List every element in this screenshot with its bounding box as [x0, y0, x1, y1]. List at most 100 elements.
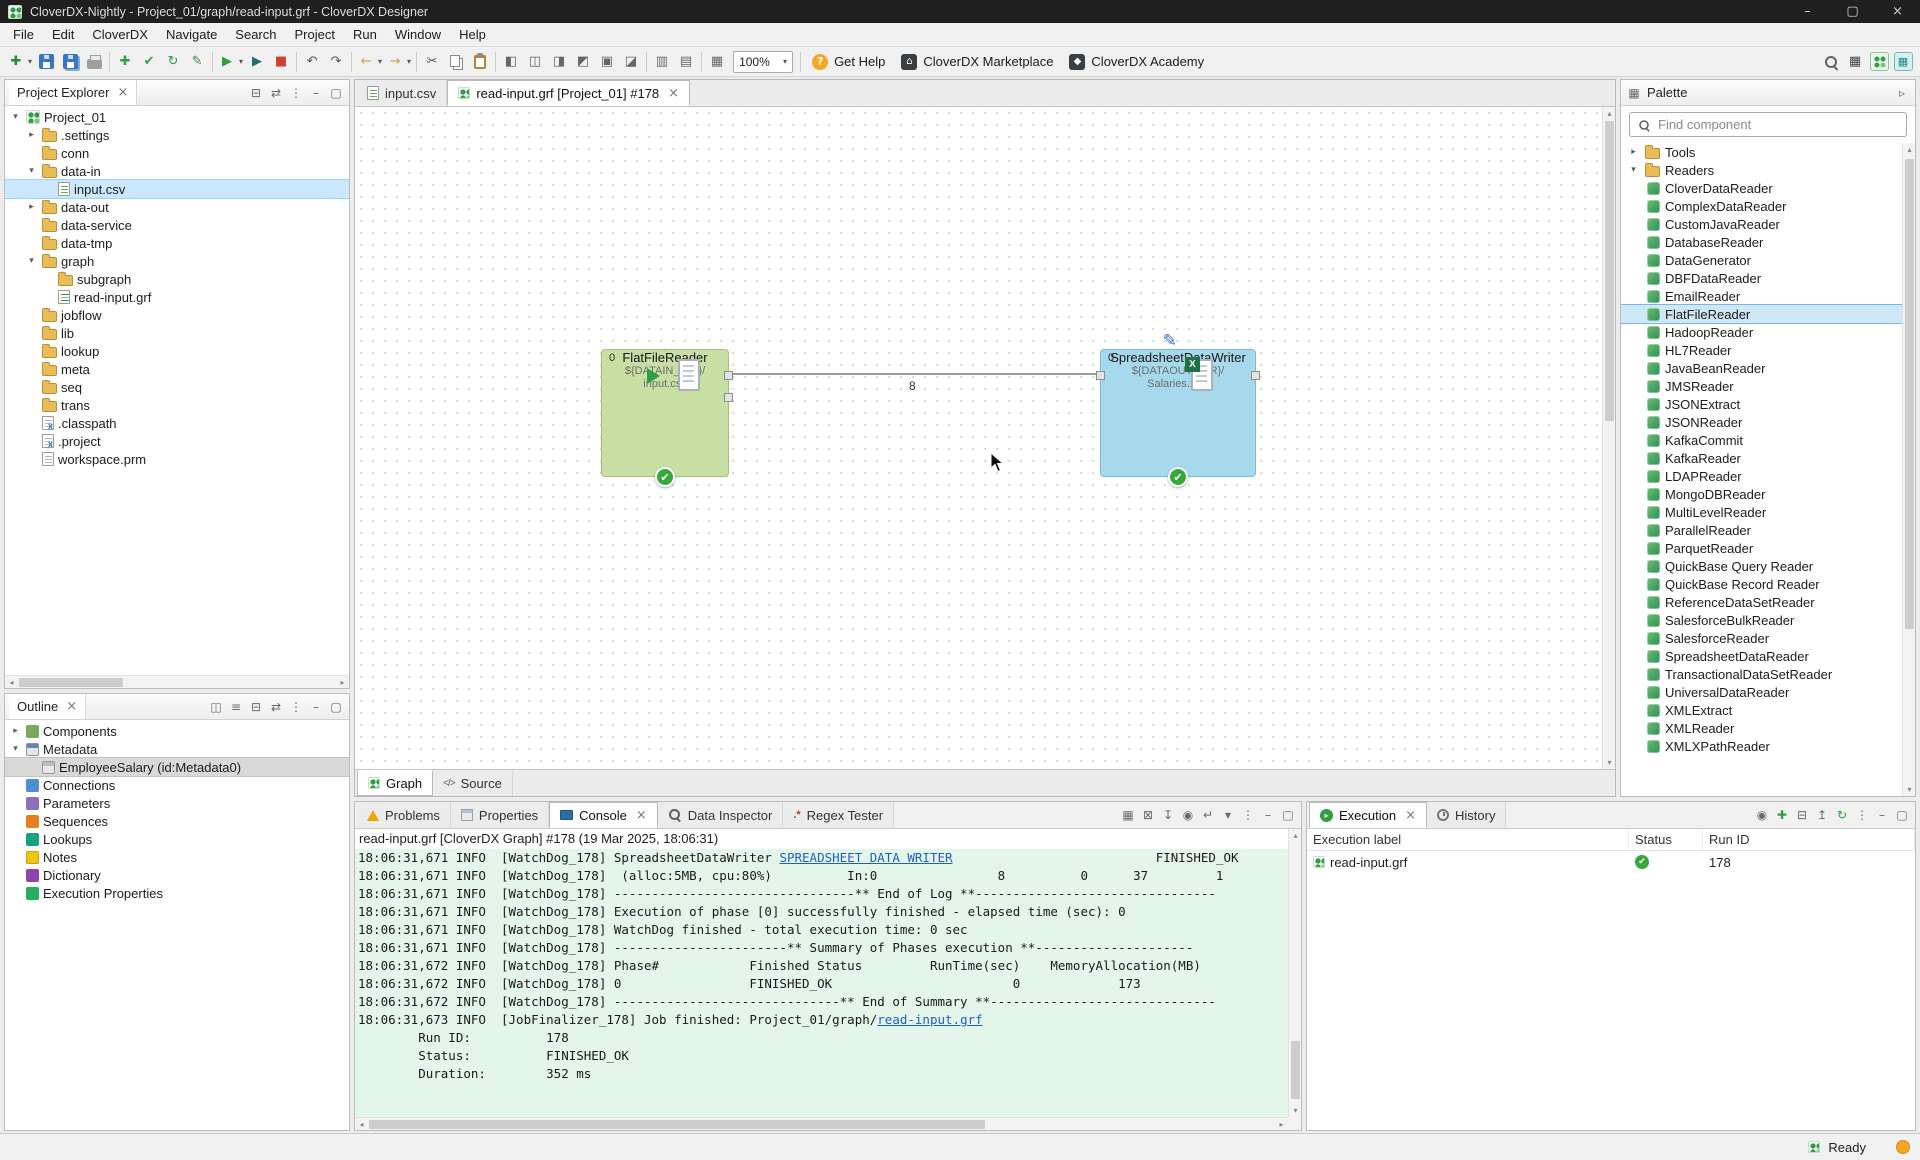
notification-icon[interactable]	[1896, 1140, 1910, 1154]
explorer-item-workspace-prm[interactable]: workspace.prm	[5, 450, 349, 468]
palette-item-xmlreader[interactable]: XMLReader	[1621, 719, 1902, 737]
explorer-item-subgraph[interactable]: subgraph	[5, 270, 349, 288]
explorer-item-seq[interactable]: seq	[5, 378, 349, 396]
palette-item-flatfilereader[interactable]: FlatFileReader	[1621, 305, 1902, 323]
close-icon[interactable]: ×	[1405, 808, 1416, 823]
palette-item-parallelreader[interactable]: ParallelReader	[1621, 521, 1902, 539]
menu-search[interactable]: Search	[226, 23, 285, 46]
print-button[interactable]	[82, 50, 106, 74]
palette-item-dbfdatareader[interactable]: DBFDataReader	[1621, 269, 1902, 287]
tab-properties[interactable]: Properties	[451, 802, 549, 828]
palette-group-tools[interactable]: ▸Tools	[1621, 143, 1902, 161]
explorer-item-graph[interactable]: ▾graph	[5, 252, 349, 270]
palette-item-jmsreader[interactable]: JMSReader	[1621, 377, 1902, 395]
log-link[interactable]: SPREADSHEET DATA WRITER	[779, 850, 952, 865]
tab-execution[interactable]: ▸Execution×	[1309, 802, 1427, 828]
view-menu-icon[interactable]: ⋮	[1853, 806, 1871, 824]
expander-icon[interactable]: ▾	[1627, 165, 1640, 175]
maximize-icon[interactable]: ▢	[1279, 806, 1297, 824]
secondary-perspective-button[interactable]: ▦	[1891, 50, 1915, 74]
align-left-button[interactable]: ◧	[499, 50, 523, 74]
palette-item-multilevelreader[interactable]: MultiLevelReader	[1621, 503, 1902, 521]
pin-console-icon[interactable]: ◉	[1179, 806, 1197, 824]
scrollbar-thumb[interactable]	[19, 678, 123, 687]
palette-item-quickbase-query-reader[interactable]: QuickBase Query Reader	[1621, 557, 1902, 575]
tab-problems[interactable]: Problems	[357, 802, 451, 828]
search-button[interactable]	[1819, 50, 1843, 74]
word-wrap-icon[interactable]: ↵	[1199, 806, 1217, 824]
view-menu-icon[interactable]: ⋮	[287, 698, 305, 716]
maximize-icon[interactable]: ▢	[1893, 806, 1911, 824]
palette-vscrollbar[interactable]: ▴ ▾	[1902, 143, 1915, 796]
align-center-button[interactable]: ◫	[523, 50, 547, 74]
tab-console[interactable]: Console×	[549, 802, 658, 828]
execution-row[interactable]: read-input.grf✔178	[1307, 851, 1915, 873]
copy-button[interactable]	[444, 50, 468, 74]
explorer-item-meta[interactable]: meta	[5, 360, 349, 378]
menu-project[interactable]: Project	[286, 23, 344, 46]
scroll-down-icon[interactable]: ▾	[1903, 783, 1915, 796]
menu-file[interactable]: File	[4, 23, 43, 46]
palette-item-spreadsheetdatareader[interactable]: SpreadsheetDataReader	[1621, 647, 1902, 665]
edit-graph-button[interactable]: ✎	[185, 50, 209, 74]
scrollbar-thumb[interactable]	[369, 1120, 985, 1129]
academy-button[interactable]: ◆CloverDX Academy	[1061, 50, 1212, 74]
outline-item-parameters[interactable]: Parameters	[5, 794, 349, 812]
output-port[interactable]	[1251, 371, 1260, 380]
outline-item-notes[interactable]: Notes	[5, 848, 349, 866]
console-log[interactable]: 18:06:31,671 INFO [WatchDog_178] Spreads…	[355, 849, 1288, 1117]
input-port[interactable]	[1096, 371, 1105, 380]
expander-icon[interactable]: ▾	[25, 256, 38, 266]
explorer-item-trans[interactable]: trans	[5, 396, 349, 414]
palette-item-kafkacommit[interactable]: KafkaCommit	[1621, 431, 1902, 449]
grid-toggle-button[interactable]: ▦	[705, 50, 729, 74]
palette-item-complexdatareader[interactable]: ComplexDataReader	[1621, 197, 1902, 215]
minimize-icon[interactable]: –	[307, 84, 325, 102]
palette-item-salesforcereader[interactable]: SalesforceReader	[1621, 629, 1902, 647]
menu-navigate[interactable]: Navigate	[157, 23, 226, 46]
cut-button[interactable]: ✂	[420, 50, 444, 74]
zoom-select[interactable]: 100%▾	[733, 51, 793, 73]
save-all-button[interactable]	[58, 50, 82, 74]
outline-item-dictionary[interactable]: Dictionary	[5, 866, 349, 884]
graph-node-spreadsheetdatawriter[interactable]: 0X✎SpreadsheetDataWriter${DATAOUT_DIR}/S…	[1100, 349, 1256, 477]
palette-group-readers[interactable]: ▾Readers	[1621, 161, 1902, 179]
open-perspective-button[interactable]: ▦	[1843, 50, 1867, 74]
explorer-item-conn[interactable]: conn	[5, 144, 349, 162]
minimize-icon[interactable]: –	[1259, 806, 1277, 824]
expander-icon[interactable]: ▾	[9, 112, 22, 122]
palette-item-jsonextract[interactable]: JSONExtract	[1621, 395, 1902, 413]
project-explorer-tab[interactable]: Project Explorer ×	[9, 80, 137, 105]
palette-item-referencedatasetreader[interactable]: ReferenceDataSetReader	[1621, 593, 1902, 611]
redo-button[interactable]: ↷	[324, 50, 348, 74]
palette-item-ldapreader[interactable]: LDAPReader	[1621, 467, 1902, 485]
explorer-item-lookup[interactable]: lookup	[5, 342, 349, 360]
menu-run[interactable]: Run	[344, 23, 386, 46]
expander-icon[interactable]: ▸	[25, 130, 38, 140]
maximize-window-button[interactable]: ▢	[1830, 0, 1875, 23]
minimize-icon[interactable]: –	[1873, 806, 1891, 824]
paste-button[interactable]	[468, 50, 492, 74]
distribute-vertical-button[interactable]: ▤	[674, 50, 698, 74]
close-icon[interactable]: ×	[117, 85, 128, 100]
palette-item-javabeanreader[interactable]: JavaBeanReader	[1621, 359, 1902, 377]
output-port[interactable]	[724, 393, 733, 402]
editor-tab-input-csv[interactable]: input.csv	[357, 80, 447, 106]
palette-item-jsonreader[interactable]: JSONReader	[1621, 413, 1902, 431]
stop-button[interactable]: ■	[269, 50, 293, 74]
outline-item-metadata[interactable]: ▾Metadata	[5, 740, 349, 758]
palette-item-customjavareader[interactable]: CustomJavaReader	[1621, 215, 1902, 233]
explorer-item-jobflow[interactable]: jobflow	[5, 306, 349, 324]
align-bottom-button[interactable]: ◪	[619, 50, 643, 74]
outline-item-execution-properties[interactable]: Execution Properties	[5, 884, 349, 902]
debug-graph-button[interactable]: ▶	[245, 50, 269, 74]
explorer-item-settings[interactable]: ▸.settings	[5, 126, 349, 144]
expander-icon[interactable]: ▸	[25, 202, 38, 212]
forward-button[interactable]: →▾	[384, 50, 413, 74]
palette-item-databasereader[interactable]: DatabaseReader	[1621, 233, 1902, 251]
collapse-all-icon[interactable]: ⊟	[247, 84, 265, 102]
tab-history[interactable]: History	[1427, 802, 1506, 828]
scroll-left-icon[interactable]: ◂	[355, 1118, 368, 1131]
output-port[interactable]	[724, 371, 733, 380]
palette-item-salesforcebulkreader[interactable]: SalesforceBulkReader	[1621, 611, 1902, 629]
